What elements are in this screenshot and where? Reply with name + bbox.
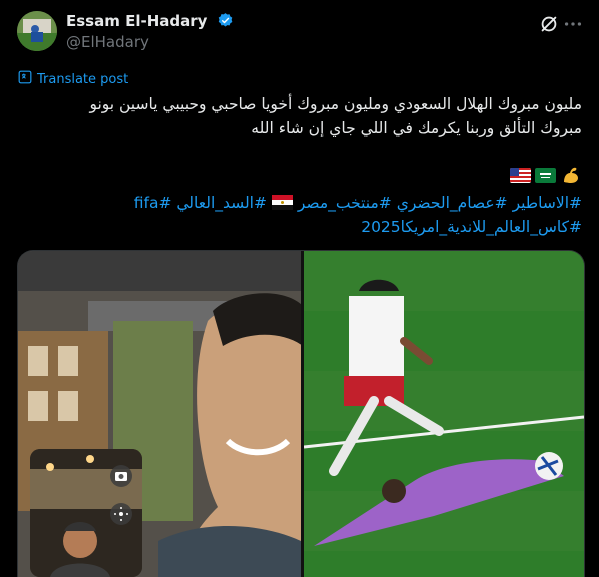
hashtags: #الاساطير #عصام_الحضري #منتخب_مصر #السد_…	[17, 192, 582, 238]
egypt-flag-icon	[271, 194, 293, 216]
saudi-flag-icon	[535, 168, 556, 183]
effects-icon[interactable]	[110, 503, 132, 525]
media-grid[interactable]	[17, 250, 585, 577]
us-flag-icon	[510, 168, 531, 183]
hashtag-link[interactable]: #الاساطير	[513, 194, 582, 212]
hashtag-link[interactable]: #fifa	[134, 194, 172, 212]
more-options-icon[interactable]	[562, 13, 584, 35]
tweet-text-line: مليون مبروك الهلال السعودي ومليون مبروك …	[89, 95, 582, 113]
hashtag-link[interactable]: #عصام_الحضري	[397, 194, 508, 212]
match-photo[interactable]	[304, 251, 584, 577]
hashtags-line-2: #كاس_العالم_للاندية_امريكا2025	[17, 216, 582, 238]
tweet-text: مليون مبروك الهلال السعودي ومليون مبروك …	[17, 92, 582, 140]
verified-badge-icon	[217, 12, 234, 33]
translate-icon	[18, 70, 32, 88]
handle[interactable]: @ElHadary	[66, 33, 149, 51]
hashtag-link[interactable]: #منتخب_مصر	[298, 194, 392, 212]
hashtag-link[interactable]: #كاس_العالم_للاندية_امريكا2025	[361, 218, 582, 236]
hashtags-line-1: #الاساطير #عصام_الحضري #منتخب_مصر #السد_…	[17, 192, 582, 216]
grok-icon[interactable]	[538, 13, 560, 35]
camera-switch-icon[interactable]	[110, 465, 132, 487]
display-name[interactable]: Essam El-Hadary	[66, 12, 234, 33]
tweet-text-line: مبروك التألق وربنا يكرمك في اللي جاي إن …	[251, 119, 582, 137]
avatar[interactable]	[17, 11, 57, 51]
hashtag-link[interactable]: #السد_العالي	[176, 194, 267, 212]
translate-post-link[interactable]: Translate post	[18, 70, 128, 88]
flexed-biceps-icon	[560, 164, 582, 186]
translate-label[interactable]: Translate post	[37, 72, 128, 87]
emoji-row	[510, 167, 582, 190]
selfie-photo[interactable]	[18, 251, 301, 577]
display-name-text[interactable]: Essam El-Hadary	[66, 12, 207, 30]
